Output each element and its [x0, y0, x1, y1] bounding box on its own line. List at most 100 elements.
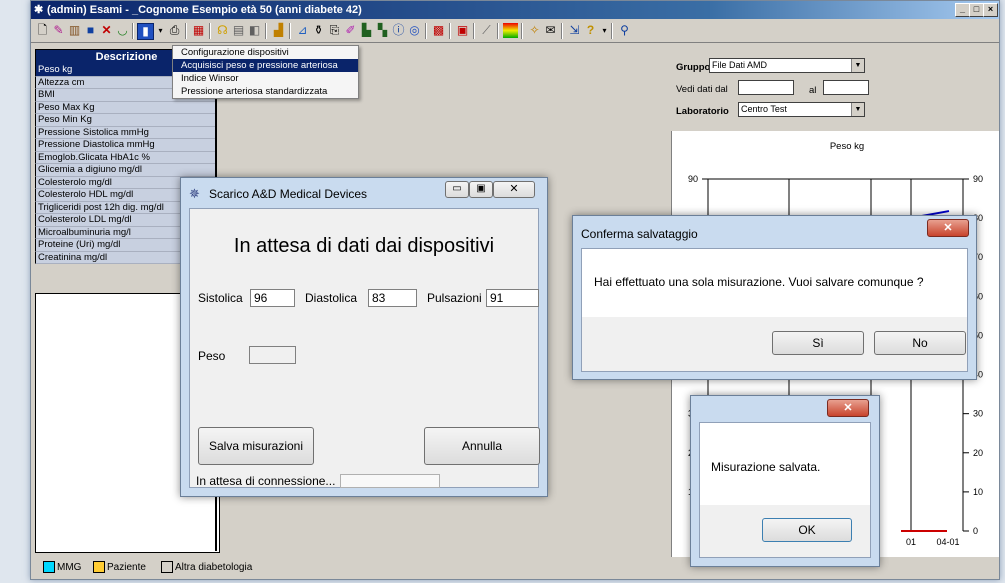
list-item[interactable]: Peso Max Kg — [35, 101, 216, 114]
close-button[interactable]: ✕ — [827, 399, 869, 417]
legend-label-paziente: Paziente — [107, 562, 146, 573]
menu-item-acquisisci[interactable]: Acquisisci peso e pressione arteriosa — [173, 59, 358, 72]
bulb-icon[interactable]: ✧ — [527, 23, 542, 38]
connector-icon[interactable]: ⚲ — [617, 23, 632, 38]
list-item[interactable]: Pressione Sistolica mmHg — [35, 126, 216, 139]
chevron-down-icon[interactable]: ▼ — [851, 59, 864, 72]
y-tick-label: 30 — [973, 409, 983, 419]
toolbar: 🗋 ✎ ▥ ■ ✕ ◡ ▮ ▾ ⎙ ▦ ☊ ▤ ◧ ▟ ⊿ ⚱ ⎘ ✐ ▙ ▚ … — [31, 20, 999, 43]
stethoscope-icon[interactable]: ☊ — [215, 23, 230, 38]
diastolica-field[interactable]: 83 — [368, 289, 417, 307]
laboratorio-label: Laboratorio — [676, 106, 729, 117]
chevron-down-icon[interactable]: ▾ — [597, 23, 612, 38]
bottle-icon[interactable]: ⚱ — [311, 23, 326, 38]
graph-icon[interactable]: ▟ — [271, 23, 286, 38]
y-tick-label: 90 — [973, 174, 983, 184]
delete-icon[interactable]: ✕ — [99, 23, 114, 38]
filter-panel: Gruppo File Dati AMD ▼ Vedi dati dal al … — [671, 49, 999, 131]
y-tick-label: 20 — [973, 448, 983, 458]
save-measurements-button[interactable]: Salva misurazioni — [198, 427, 314, 465]
legend-label-mmg: MMG — [57, 562, 82, 573]
window-title: (admin) Esami - _Cognome Esempio età 50 … — [47, 4, 362, 16]
y-tick-label: 10 — [973, 487, 983, 497]
line-chart-icon[interactable]: ⊿ — [295, 23, 310, 38]
peso-label: Peso — [198, 349, 226, 363]
chart-icon[interactable]: ▥ — [67, 23, 82, 38]
tools-icon[interactable]: ✎ — [51, 23, 66, 38]
table-icon[interactable]: ▩ — [431, 23, 446, 38]
maximize-button[interactable]: ▣ — [469, 181, 493, 198]
meter-icon[interactable]: ◧ — [247, 23, 262, 38]
minimize-button[interactable]: _ — [955, 3, 970, 17]
help-icon[interactable]: ? — [583, 23, 598, 38]
ok-button[interactable]: OK — [762, 518, 852, 542]
list-item[interactable]: Pressione Diastolica mmHg — [35, 139, 216, 152]
yes-button[interactable]: Sì — [772, 331, 864, 355]
card-icon[interactable]: ▣ — [455, 23, 470, 38]
dialog-body: Misurazione salvata. OK — [699, 422, 871, 558]
saved-dialog: ✕ Misurazione salvata. OK — [690, 395, 880, 567]
sistolica-label: Sistolica — [198, 291, 243, 305]
legend-swatch-paziente — [93, 561, 105, 573]
dialog-body: In attesa di dati dai dispositivi Sistol… — [189, 208, 540, 488]
close-button[interactable]: ✕ — [927, 219, 969, 237]
laboratorio-value: Centro Test — [741, 104, 787, 114]
target-icon[interactable]: ◎ — [407, 23, 422, 38]
menu-item-pressione-standardizzata[interactable]: Pressione arteriosa standardizzata — [173, 85, 358, 98]
saved-message: Misurazione salvata. — [711, 460, 821, 474]
pulsazioni-label: Pulsazioni — [427, 291, 482, 305]
maximize-button[interactable]: □ — [969, 3, 984, 17]
minimize-button[interactable]: ▭ — [445, 181, 469, 198]
list-item[interactable]: Emoglob.Glicata HbA1c % — [35, 151, 216, 164]
x-tick-label: 04-01 — [936, 537, 959, 547]
ruler-icon[interactable]: ⟋ — [479, 23, 494, 38]
y-tick-label: 0 — [973, 526, 978, 536]
gruppo-value: File Dati AMD — [712, 60, 768, 70]
list-item[interactable]: Peso Min Kg — [35, 114, 216, 127]
bars-icon[interactable]: ▙ — [359, 23, 374, 38]
no-button[interactable]: No — [874, 331, 966, 355]
gruppo-select[interactable]: File Dati AMD ▼ — [709, 58, 865, 73]
close-button[interactable]: × — [983, 3, 998, 17]
menu-item-winsor[interactable]: Indice Winsor — [173, 72, 358, 85]
connection-status: In attesa di connessione... — [196, 474, 336, 488]
legend-label-altra: Altra diabetologia — [175, 562, 253, 573]
grid-icon[interactable]: ▦ — [191, 23, 206, 38]
dialog-heading: In attesa di dati dai dispositivi — [233, 235, 495, 257]
date-from-input[interactable] — [738, 80, 794, 95]
al-label: al — [809, 85, 817, 96]
legend-swatch-altra — [161, 561, 173, 573]
vedi-label: Vedi dati dal — [676, 84, 728, 95]
star-icon: ✵ — [189, 186, 200, 201]
sistolica-field[interactable]: 96 — [250, 289, 295, 307]
menu-item-configurazione[interactable]: Configurazione dispositivi — [173, 46, 358, 59]
close-button[interactable]: ✕ — [493, 181, 535, 198]
print-icon[interactable]: ⎙ — [167, 23, 182, 38]
chevron-down-icon[interactable]: ▾ — [153, 23, 168, 38]
new-document-icon[interactable]: 🗋 — [35, 23, 50, 38]
list-item[interactable]: Glicemia a digiuno mg/dl — [35, 164, 216, 177]
notes-icon[interactable]: ✉ — [543, 23, 558, 38]
dialog-body: Hai effettuato una sola misurazione. Vuo… — [581, 248, 968, 372]
monitor-icon[interactable]: ▤ — [231, 23, 246, 38]
pulsazioni-field[interactable]: 91 — [486, 289, 539, 307]
app-icon: ✱ — [34, 4, 44, 16]
cup-icon[interactable]: ◡ — [115, 23, 130, 38]
chevron-down-icon[interactable]: ▼ — [851, 103, 864, 116]
info-icon[interactable]: ⓘ — [391, 23, 406, 38]
export-icon[interactable]: ⇲ — [567, 23, 582, 38]
cancel-button[interactable]: Annulla — [424, 427, 540, 465]
date-to-input[interactable] — [823, 80, 869, 95]
device-icon[interactable]: ▮ — [137, 23, 154, 40]
legend-swatch-mmg — [43, 561, 55, 573]
bars-chart-icon[interactable]: ▚ — [375, 23, 390, 38]
laboratorio-select[interactable]: Centro Test ▼ — [738, 102, 865, 117]
chart-title: Peso kg — [830, 141, 864, 152]
save-icon[interactable]: ■ — [83, 23, 98, 38]
clipboard-icon[interactable]: ⎘ — [327, 23, 342, 38]
traffic-icon[interactable] — [503, 23, 518, 38]
pen-icon[interactable]: ✐ — [343, 23, 358, 38]
dialog-title: Scarico A&D Medical Devices — [209, 187, 368, 201]
scarico-dialog: ✵ Scarico A&D Medical Devices ▭ ▣ ✕ In a… — [180, 177, 548, 497]
peso-field[interactable] — [249, 346, 296, 364]
